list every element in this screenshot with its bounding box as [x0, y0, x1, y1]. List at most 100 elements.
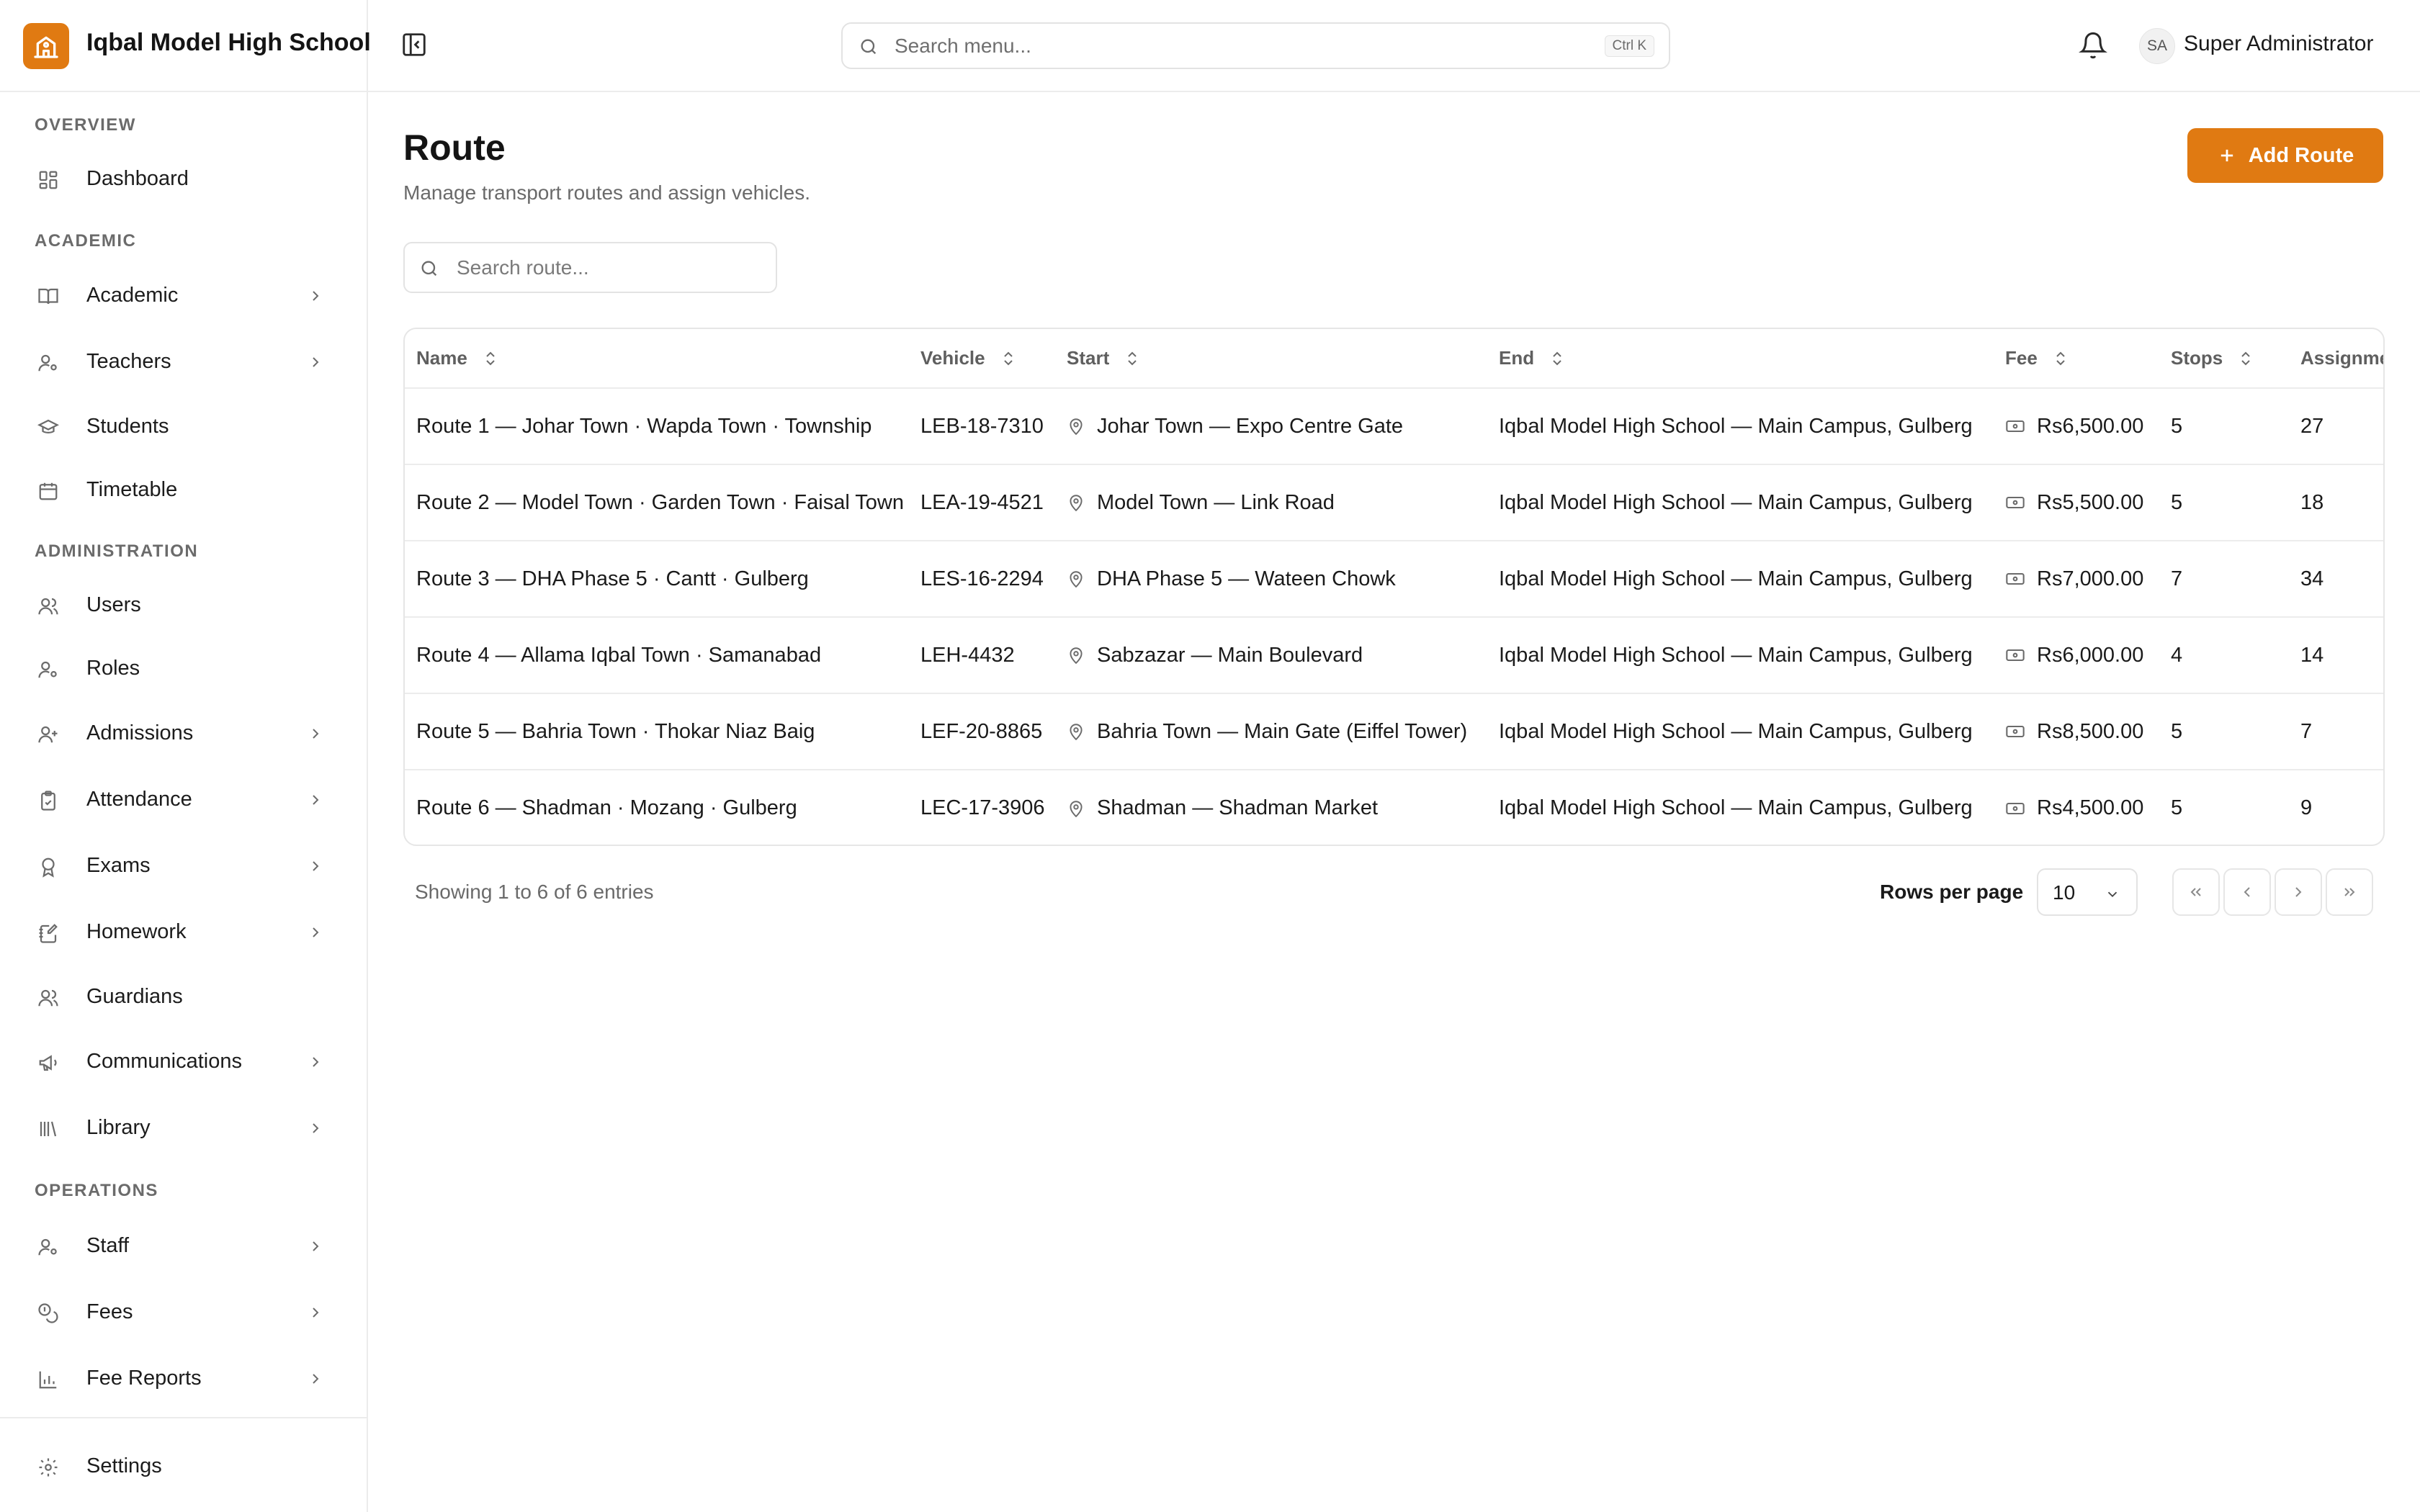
- start-location: Bahria Town — Main Gate (Eiffel Tower): [1097, 719, 1468, 743]
- sidebar-item-exams[interactable]: Exams: [23, 840, 340, 890]
- last-page-button[interactable]: [2326, 868, 2373, 916]
- sidebar-item-dashboard[interactable]: Dashboard: [23, 153, 340, 203]
- assigned-cell: 18: [2289, 464, 2383, 541]
- school-logo-icon: [23, 23, 69, 69]
- chevrons-left-icon: [2190, 888, 2201, 896]
- column-header-stops[interactable]: Stops: [2159, 329, 2289, 389]
- column-header-name[interactable]: Name: [405, 329, 909, 389]
- brand[interactable]: Iqbal Model High School: [0, 0, 371, 92]
- start-location: Sabzazar — Main Boulevard: [1097, 643, 1363, 667]
- end-cell: Iqbal Model High School — Main Campus, G…: [1487, 617, 1994, 694]
- vehicle-cell: LEH-4432: [909, 617, 1055, 694]
- table-row[interactable]: Route 3 — DHA Phase 5 · Cantt · Gulberg L…: [405, 541, 2383, 618]
- assigned-count: 27: [2300, 414, 2324, 438]
- table-row[interactable]: Route 2 — Model Town · Garden Town · Fai…: [405, 464, 2383, 541]
- sidebar-item-settings[interactable]: Settings: [23, 1440, 340, 1490]
- map-pin-icon: [1070, 800, 1083, 817]
- column-header-end[interactable]: End: [1487, 329, 1994, 389]
- previous-page-button[interactable]: [2223, 868, 2271, 916]
- sidebar-item-timetable[interactable]: Timetable: [23, 464, 340, 514]
- page-subtitle: Manage transport routes and assign vehic…: [403, 181, 810, 204]
- vehicle-cell: LEC-17-3906: [909, 770, 1055, 845]
- stops-count: 5: [2171, 414, 2183, 438]
- route-name-cell: Route 2 — Model Town · Garden Town · Fai…: [405, 464, 909, 541]
- user-name[interactable]: Super Administrator: [2184, 32, 2373, 56]
- stops-cell: 5: [2159, 770, 2289, 845]
- chevron-right-icon: [313, 861, 319, 871]
- menu-search-placeholder: Search menu...: [895, 35, 1031, 57]
- sidebar-item-academic[interactable]: Academic: [23, 269, 340, 320]
- vehicle-cell: LEA-19-4521: [909, 464, 1055, 541]
- assigned-cell: 27: [2289, 388, 2383, 465]
- vehicle-cell: LES-16-2294: [909, 541, 1055, 618]
- sidebar-item-label: Students: [86, 415, 169, 438]
- user-key-icon: [38, 661, 57, 678]
- start-cell: Johar Town — Expo Centre Gate: [1055, 388, 1487, 465]
- sidebar-item-users[interactable]: Users: [23, 579, 340, 629]
- sidebar-item-library[interactable]: Library: [23, 1102, 340, 1152]
- map-pin-icon: [1070, 418, 1083, 436]
- sidebar-item-roles[interactable]: Roles: [23, 642, 340, 693]
- banknote-icon: [2006, 802, 2025, 814]
- avatar[interactable]: SA: [2139, 28, 2175, 64]
- first-page-button[interactable]: [2172, 868, 2220, 916]
- rows-per-page-select[interactable]: 10: [2037, 868, 2138, 916]
- table-row[interactable]: Route 1 — Johar Town · Wapda Town · Town…: [405, 388, 2383, 465]
- sidebar-toggle-button[interactable]: [400, 30, 429, 59]
- search-icon: [421, 261, 437, 276]
- sidebar-item-homework[interactable]: Homework: [23, 906, 340, 956]
- column-header-vehicle[interactable]: Vehicle: [909, 329, 1055, 389]
- banknote-icon: [2006, 420, 2025, 433]
- sidebar-item-guardians[interactable]: Guardians: [23, 971, 340, 1021]
- sidebar-item-communications[interactable]: Communications: [23, 1035, 340, 1086]
- sidebar-item-label: Timetable: [86, 478, 178, 501]
- sidebar-item-teachers[interactable]: Teachers: [23, 336, 340, 386]
- sidebar-item-attendance[interactable]: Attendance: [23, 773, 340, 824]
- users-icon: [38, 989, 58, 1007]
- sidebar-item-staff[interactable]: Staff: [23, 1220, 340, 1270]
- chevron-right-icon: [313, 795, 319, 805]
- add-route-button[interactable]: Add Route: [2187, 128, 2383, 183]
- keyboard-shortcut-badge: Ctrl K: [1604, 35, 1654, 57]
- route-name-cell: Route 3 — DHA Phase 5 · Cantt · Gulberg: [405, 541, 909, 618]
- table-row[interactable]: Route 6 — Shadman · Mozang · Gulberg LEC-…: [405, 770, 2383, 845]
- sidebar: Iqbal Model High School OVERVIEW Dashboa…: [0, 0, 371, 1512]
- menu-search-input[interactable]: Search menu... Ctrl K: [841, 22, 1670, 69]
- next-page-button[interactable]: [2275, 868, 2322, 916]
- sidebar-item-label: Communications: [86, 1050, 242, 1073]
- route-search-input[interactable]: [457, 253, 759, 282]
- column-header-assigned[interactable]: Assignme: [2289, 329, 2383, 389]
- sidebar-item-admissions[interactable]: Admissions: [23, 707, 340, 757]
- sort-icon: [2241, 351, 2250, 365]
- end-cell: Iqbal Model High School — Main Campus, G…: [1487, 693, 1994, 770]
- stops-cell: 5: [2159, 388, 2289, 465]
- section-operations: OPERATIONS: [35, 1181, 158, 1200]
- column-header-fee[interactable]: Fee: [1994, 329, 2159, 389]
- chevron-right-icon: [313, 357, 319, 367]
- fee-amount: Rs7,000.00: [2037, 567, 2144, 590]
- fee-cell: Rs6,500.00: [1994, 388, 2159, 465]
- table-row[interactable]: Route 5 — Bahria Town · Thokar Niaz Baig…: [405, 693, 2383, 770]
- chevron-left-icon: [2244, 887, 2250, 897]
- chevron-right-icon: [313, 1057, 319, 1067]
- sidebar-item-label: Library: [86, 1116, 151, 1139]
- route-name: Route 2 — Model Town · Garden Town · Fai…: [416, 490, 904, 514]
- column-label: Name: [416, 347, 467, 369]
- assigned-cell: 34: [2289, 541, 2383, 618]
- gear-icon: [39, 1458, 58, 1477]
- start-cell: Shadman — Shadman Market: [1055, 770, 1487, 845]
- sidebar-item-fees[interactable]: Fees: [23, 1286, 340, 1336]
- search-icon: [861, 39, 877, 55]
- notifications-button[interactable]: [2079, 31, 2107, 60]
- stops-count: 4: [2171, 643, 2183, 667]
- sidebar-item-fee-reports[interactable]: Fee Reports: [23, 1352, 340, 1403]
- sidebar-item-label: Fee Reports: [86, 1367, 202, 1390]
- end-location: Iqbal Model High School — Main Campus, G…: [1499, 414, 1973, 438]
- table-row[interactable]: Route 4 — Allama Iqbal Town · Samanabad L…: [405, 617, 2383, 694]
- sidebar-item-label: Roles: [86, 657, 140, 680]
- user-cog-icon: [38, 1238, 57, 1256]
- column-header-start[interactable]: Start: [1055, 329, 1487, 389]
- sidebar-item-students[interactable]: Students: [23, 400, 340, 451]
- map-pin-icon: [1070, 571, 1083, 588]
- sidebar-item-label: Settings: [86, 1454, 162, 1477]
